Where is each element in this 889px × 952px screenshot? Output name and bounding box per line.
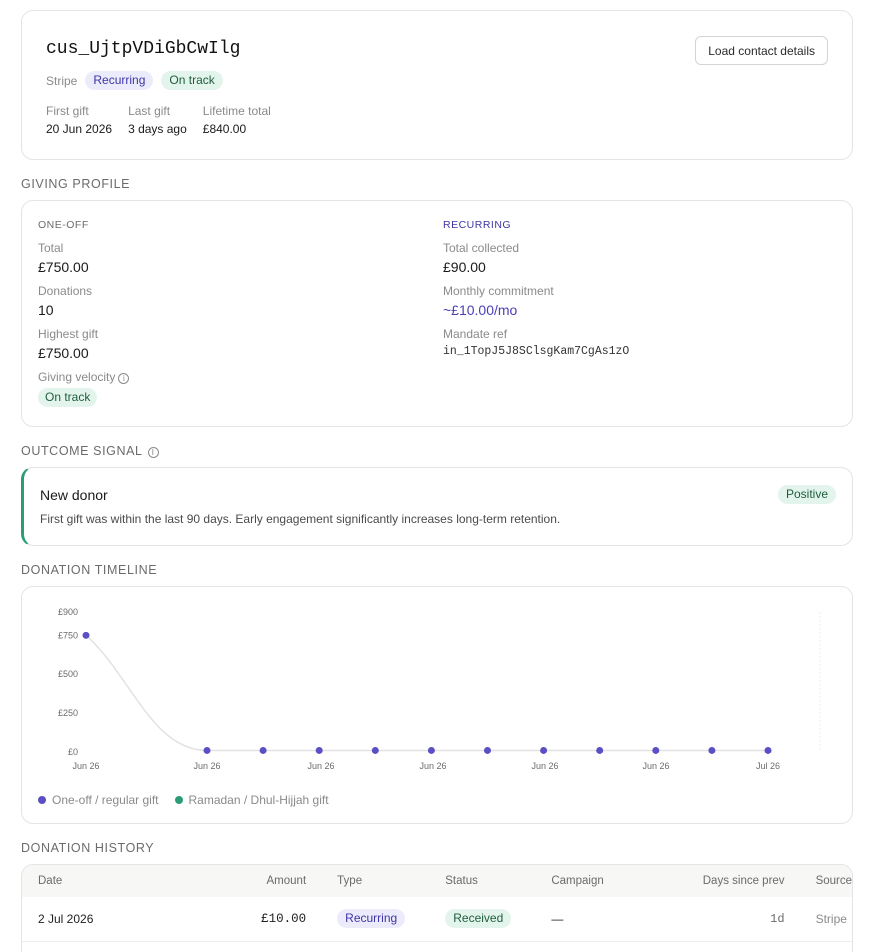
donation-history-table: Date Amount Type Status Campaign Days si…	[22, 865, 852, 942]
data-point	[484, 746, 491, 754]
cell-campaign: —	[551, 897, 623, 942]
series-line	[85, 634, 768, 752]
cell-amount: £10.00	[138, 897, 338, 942]
y-tick-label: £250	[58, 708, 78, 718]
positive-badge: Positive	[777, 485, 836, 504]
outcome-heading: New donor	[40, 487, 108, 503]
one-off-column: ONE-OFF Total £750.00 Donations 10 Highe…	[38, 219, 130, 407]
x-tick-label: Jun 26	[419, 761, 446, 771]
y-tick-label: £500	[58, 669, 78, 679]
legend-dot	[174, 796, 183, 804]
donation-timeline-title: DONATION TIMELINE	[21, 563, 158, 577]
data-point	[708, 746, 716, 754]
x-tick-label: Jun 26	[642, 761, 669, 771]
info-icon[interactable]: i	[147, 447, 159, 458]
x-tick-label: Jun 26	[72, 761, 99, 771]
cell-status: Received	[445, 897, 552, 942]
giving-velocity: Giving velocity i On track	[38, 370, 130, 407]
customer-header-card: cus_UjtpVDiGbCwIlg Load contact details …	[21, 10, 853, 160]
table-row[interactable]: 2 Jul 2026 £10.00 Recurring Received — 1…	[22, 897, 852, 942]
giving-profile-title: GIVING PROFILE	[21, 177, 131, 191]
col-type[interactable]: Type	[337, 865, 446, 897]
donation-history-card: Date Amount Type Status Campaign Days si…	[21, 864, 853, 952]
one-off-highest: Highest gift £750.00	[38, 327, 99, 361]
donation-history-title: DONATION HISTORY	[21, 841, 155, 855]
legend-dot	[38, 796, 46, 804]
data-point	[203, 746, 211, 754]
data-point	[596, 746, 604, 754]
info-icon[interactable]: i	[118, 373, 130, 384]
col-amount[interactable]: Amount	[138, 865, 338, 897]
col-campaign[interactable]: Campaign	[551, 865, 623, 897]
col-days-since-prev[interactable]: Days since prev	[622, 865, 816, 897]
data-point	[315, 746, 323, 754]
outcome-signal-title: OUTCOME SIGNAL i	[21, 444, 159, 458]
one-off-total: Total £750.00	[38, 241, 89, 275]
x-tick-label: Jun 26	[193, 761, 220, 771]
y-tick-label: £750	[58, 630, 78, 640]
recurring-mandate: Mandate ref in_1TopJ5J8SClsgKam7CgAs1zO	[443, 327, 630, 358]
customer-stats: First gift 20 Jun 2026 Last gift 3 days …	[46, 104, 271, 136]
one-off-donations: Donations 10	[38, 284, 93, 318]
source-label: Stripe	[46, 73, 78, 88]
data-point	[82, 631, 90, 639]
legend-ramadan: Ramadan / Dhul-Hijjah gift	[174, 793, 329, 807]
donation-timeline-chart: £900 £750 £500 £250 £0 Jun 26 Jun 26 Jun 26 Jun …	[58, 607, 821, 771]
cell-date: 2 Jul 2026	[22, 897, 139, 942]
one-off-heading: ONE-OFF	[38, 219, 89, 231]
table-header-row: Date Amount Type Status Campaign Days si…	[22, 865, 852, 897]
data-point	[652, 746, 660, 754]
load-contact-details-button[interactable]: Load contact details	[695, 36, 828, 65]
customer-tags: Stripe Recurring On track	[46, 71, 223, 90]
stat-last-gift: Last gift 3 days ago	[128, 104, 187, 136]
recurring-commitment: Monthly commitment ~£10.00/mo	[443, 284, 554, 318]
stat-first-gift: First gift 20 Jun 2026	[46, 104, 113, 136]
outcome-signal-card: New donor Positive First gift was within…	[21, 467, 853, 546]
x-tick-label: Jul 26	[756, 761, 780, 771]
cell-days: 1d	[622, 897, 816, 942]
y-tick-label: £0	[68, 747, 78, 757]
legend-one-off: One-off / regular gift	[38, 793, 159, 807]
data-point	[371, 746, 379, 754]
giving-profile-card: ONE-OFF Total £750.00 Donations 10 Highe…	[21, 200, 853, 427]
outcome-description: First gift was within the last 90 days. …	[40, 512, 561, 526]
recurring-column: RECURRING Total collected £90.00 Monthly…	[443, 219, 629, 358]
recurring-collected: Total collected £90.00	[443, 241, 520, 275]
data-point	[764, 746, 772, 754]
cell-source: Stripe	[815, 897, 852, 942]
cell-type: Recurring	[337, 897, 446, 942]
col-date[interactable]: Date	[22, 865, 139, 897]
col-status[interactable]: Status	[445, 865, 552, 897]
x-tick-label: Jun 26	[531, 761, 558, 771]
on-track-badge: On track	[161, 71, 223, 90]
y-tick-label: £900	[58, 607, 78, 617]
data-point	[427, 746, 435, 754]
data-point	[259, 746, 267, 754]
velocity-badge: On track	[38, 388, 98, 407]
stat-lifetime-total: Lifetime total £840.00	[202, 104, 271, 136]
data-point	[540, 746, 548, 754]
recurring-heading: RECURRING	[443, 219, 512, 231]
chart-legend: One-off / regular gift Ramadan / Dhul-Hi…	[38, 793, 329, 807]
recurring-badge: Recurring	[85, 71, 154, 90]
customer-id: cus_UjtpVDiGbCwIlg	[46, 39, 241, 59]
donation-timeline-card: £900 £750 £500 £250 £0 Jun 26 Jun 26 Jun 26 Jun …	[21, 586, 853, 824]
col-source[interactable]: Source	[815, 865, 852, 897]
x-tick-label: Jun 26	[307, 761, 334, 771]
